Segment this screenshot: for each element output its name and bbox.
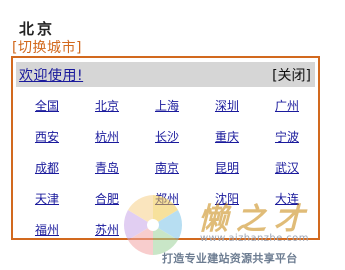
city-link[interactable]: 大连 — [257, 190, 317, 207]
city-link[interactable]: 青岛 — [77, 159, 137, 176]
city-link[interactable]: 广州 — [257, 97, 317, 114]
city-link[interactable]: 天津 — [17, 190, 77, 207]
city-row: 天津 合肥 郑州 沈阳 大连 — [17, 183, 317, 214]
city-row: 全国 北京 上海 深圳 广州 — [17, 90, 317, 121]
city-link[interactable]: 武汉 — [257, 159, 317, 176]
city-link[interactable]: 北京 — [77, 97, 137, 114]
close-button[interactable]: [关闭] — [272, 65, 311, 85]
city-row: 西安 杭州 长沙 重庆 宁波 — [17, 121, 317, 152]
city-link[interactable]: 西安 — [17, 128, 77, 145]
city-select-popup: 欢迎使用! [关闭] 全国 北京 上海 深圳 广州 西安 杭州 长沙 重庆 宁波… — [11, 56, 320, 240]
city-link[interactable]: 上海 — [137, 97, 197, 114]
city-grid: 全国 北京 上海 深圳 广州 西安 杭州 长沙 重庆 宁波 成都 青岛 南京 昆… — [17, 90, 317, 245]
city-link[interactable]: 宁波 — [257, 128, 317, 145]
city-link[interactable]: 合肥 — [77, 190, 137, 207]
welcome-link[interactable]: 欢迎使用! — [19, 65, 83, 85]
city-link[interactable]: 杭州 — [77, 128, 137, 145]
city-row: 福州 苏州 — [17, 214, 317, 245]
city-link[interactable]: 深圳 — [197, 97, 257, 114]
city-link[interactable]: 长沙 — [137, 128, 197, 145]
city-link[interactable]: 南京 — [137, 159, 197, 176]
city-link[interactable]: 重庆 — [197, 128, 257, 145]
city-link[interactable]: 福州 — [17, 221, 77, 238]
city-link[interactable]: 郑州 — [137, 190, 197, 207]
watermark-slogan: 打造专业建站资源共享平台 — [162, 252, 298, 265]
city-link[interactable]: 全国 — [17, 97, 77, 114]
current-city: 北京 — [19, 20, 56, 38]
city-link[interactable]: 成都 — [17, 159, 77, 176]
city-link[interactable]: 苏州 — [77, 221, 137, 238]
city-row: 成都 青岛 南京 昆明 武汉 — [17, 152, 317, 183]
city-link[interactable]: 昆明 — [197, 159, 257, 176]
popup-header: 欢迎使用! [关闭] — [16, 62, 315, 87]
city-link[interactable]: 沈阳 — [197, 190, 257, 207]
switch-city-link[interactable]: [切换城市] — [12, 37, 82, 57]
